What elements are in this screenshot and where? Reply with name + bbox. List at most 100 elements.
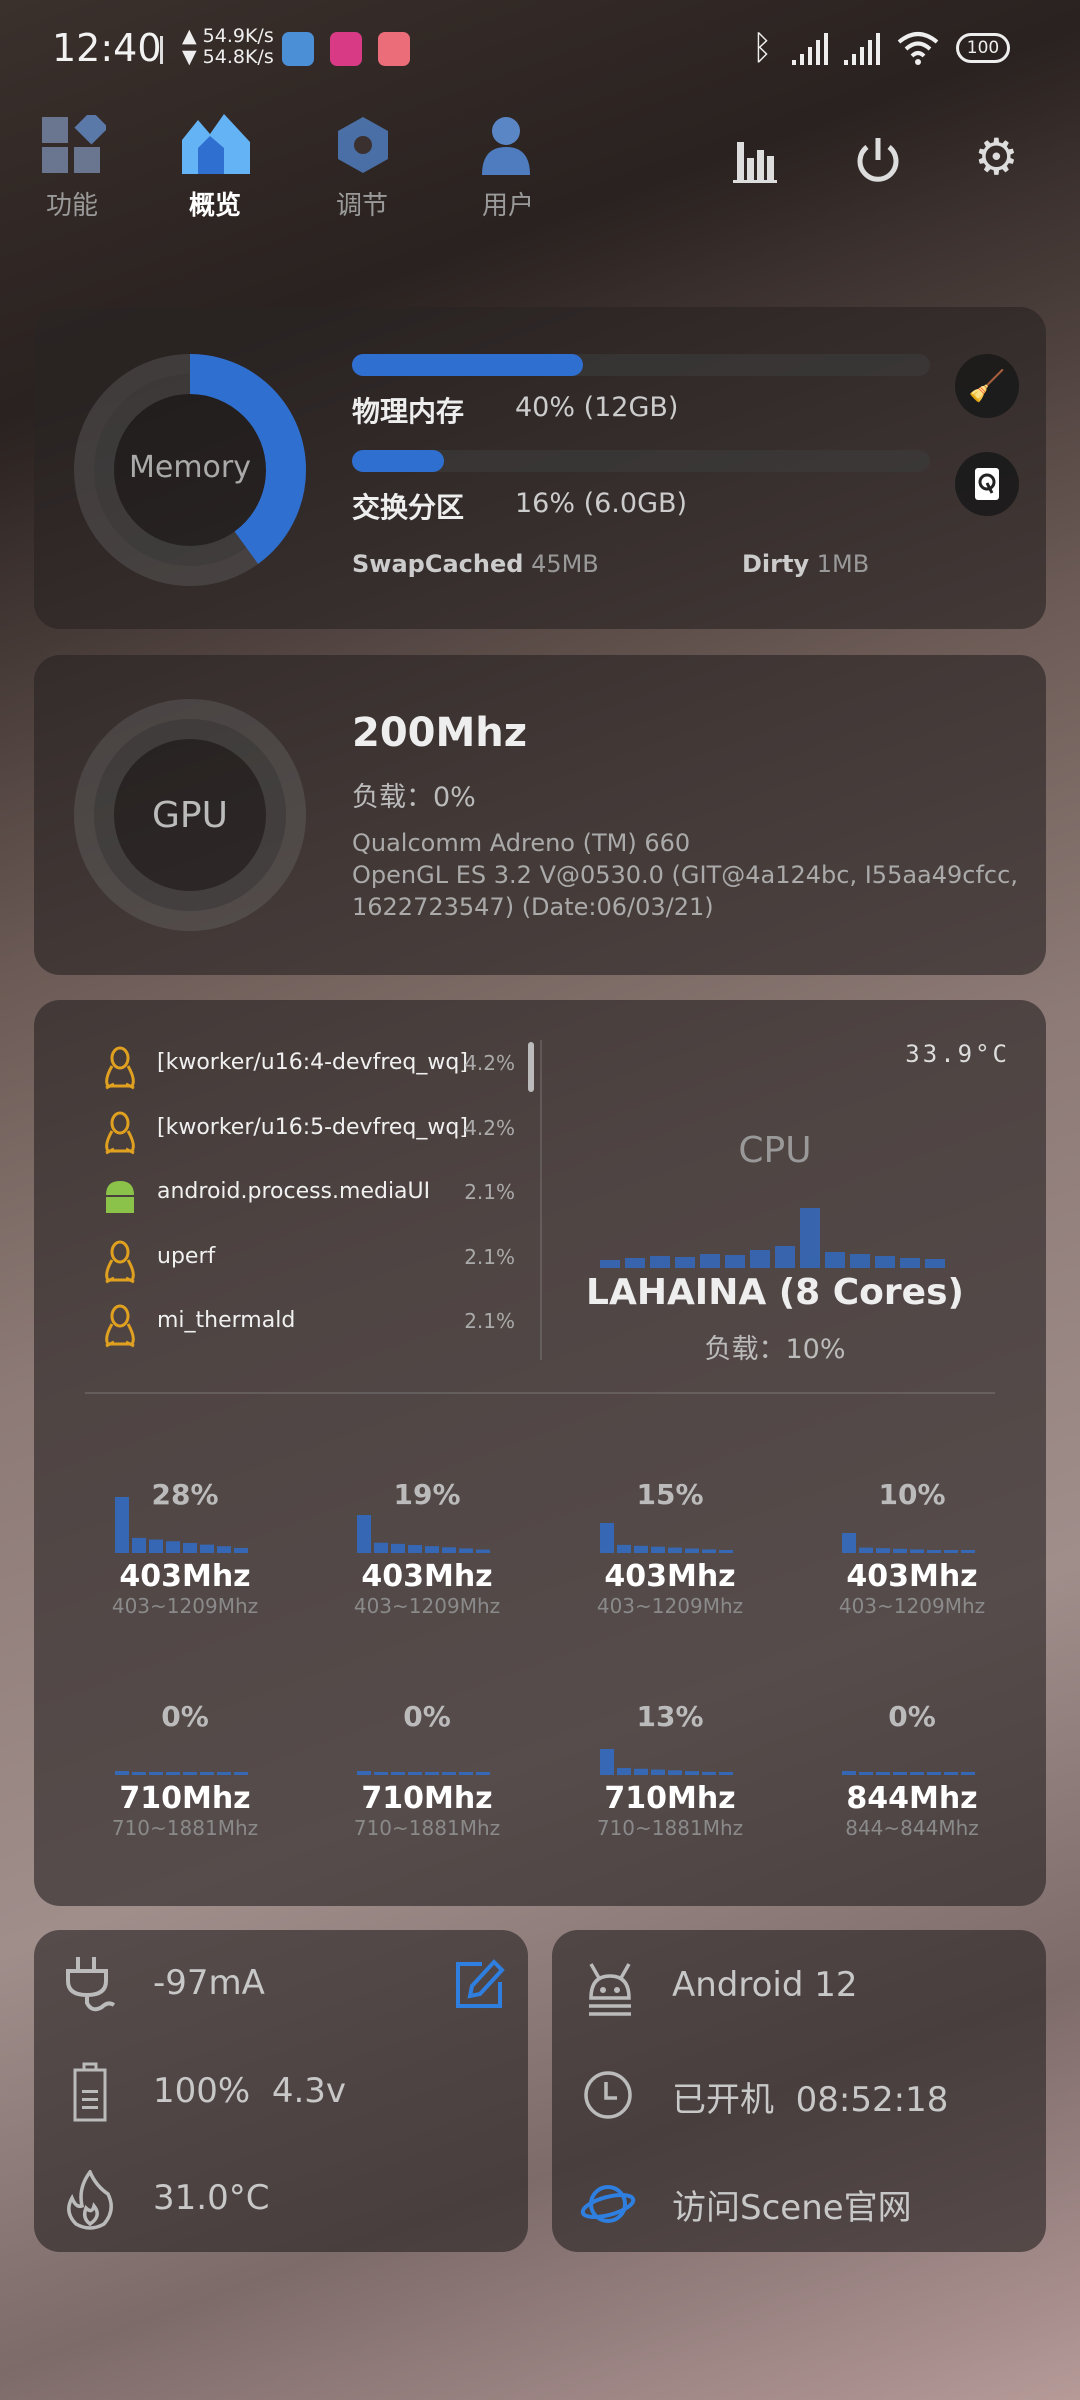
physical-memory-bar xyxy=(352,354,930,376)
clean-memory-button[interactable]: 🧹 xyxy=(955,354,1019,418)
core-history-bar xyxy=(357,1515,371,1553)
core-history-bar xyxy=(634,1768,648,1775)
core-history-bar xyxy=(357,1771,371,1775)
cpu-history-bar xyxy=(700,1254,720,1268)
core-history-bar xyxy=(651,1769,665,1775)
gpu-ring-label: GPU xyxy=(152,795,228,836)
cpu-history-chart xyxy=(600,1208,945,1268)
core-history-bar xyxy=(442,1547,456,1553)
tab-overview[interactable] xyxy=(180,112,252,182)
core-load: 13% xyxy=(636,1700,704,1733)
edit-icon[interactable] xyxy=(452,1958,506,2012)
linux-icon xyxy=(105,1111,135,1154)
core-history-bar xyxy=(668,1547,682,1553)
divider xyxy=(85,1392,995,1394)
cpu-history-bar xyxy=(625,1258,645,1268)
core-history-bar xyxy=(166,1772,180,1775)
process-name: mi_thermald xyxy=(157,1308,296,1333)
physical-memory-label: 物理内存 xyxy=(352,395,465,428)
process-name: [kworker/u16:5-devfreq_wq] xyxy=(157,1114,468,1140)
battery-icon: 100 xyxy=(956,33,1010,63)
core-history-bar xyxy=(442,1772,456,1775)
core-history-bar xyxy=(132,1772,146,1775)
core-load: 28% xyxy=(151,1478,219,1511)
app-notification-icon xyxy=(378,32,410,66)
grid-icon xyxy=(42,110,109,173)
core-history-bar xyxy=(234,1772,248,1775)
core-freq: 403Mhz xyxy=(361,1559,493,1594)
app-notification-icon xyxy=(282,32,314,66)
cpu-history-bar xyxy=(825,1252,845,1268)
cpu-load: 负载：10% xyxy=(704,1334,846,1365)
tab-label[interactable]: 功能 xyxy=(12,185,132,222)
battery-current: -97mA xyxy=(153,1963,265,2003)
tab-user[interactable] xyxy=(478,115,540,179)
swap-settings-button[interactable] xyxy=(955,452,1019,516)
memory-ring-label: Memory xyxy=(128,450,251,485)
tab-label[interactable]: 概览 xyxy=(155,185,275,222)
swap-bar xyxy=(352,450,930,472)
core-history-bar xyxy=(600,1749,614,1775)
core-freq-range: 403~1209Mhz xyxy=(111,1594,259,1618)
core-freq: 403Mhz xyxy=(119,1559,251,1594)
core-load: 15% xyxy=(636,1478,704,1511)
core-history-bar xyxy=(893,1772,907,1775)
process-list-scrollbar[interactable] xyxy=(528,1042,534,1092)
core-freq: 710Mhz xyxy=(604,1781,736,1816)
cpu-history-bar xyxy=(900,1258,920,1268)
core-freq-range: 403~1209Mhz xyxy=(838,1594,986,1618)
physical-memory-value: 40% (12GB) xyxy=(515,392,679,423)
gpu-freq: 200Mhz xyxy=(352,710,528,756)
core-history-bar xyxy=(234,1547,248,1553)
core-history-bar xyxy=(685,1771,699,1775)
cpu-history-bar xyxy=(650,1256,670,1268)
core-freq: 844Mhz xyxy=(846,1781,978,1816)
gpu-version: OpenGL ES 3.2 V@0530.0 (GIT@4a124bc, I55… xyxy=(352,861,1018,889)
cpu-core: 13% 710Mhz 710~1881Mhz xyxy=(550,1700,790,1840)
uptime-value: 08:52:18 xyxy=(795,2080,949,2120)
chart-icon[interactable] xyxy=(733,138,779,184)
core-history-bar xyxy=(459,1548,473,1553)
tab-label[interactable]: 用户 xyxy=(448,185,568,222)
core-history-bar xyxy=(183,1542,197,1553)
core-freq: 710Mhz xyxy=(119,1781,251,1816)
core-history-bar xyxy=(374,1542,388,1553)
swapcached-value: 45MB xyxy=(531,550,599,578)
core-history-bar xyxy=(685,1548,699,1553)
core-history-bar xyxy=(944,1550,958,1553)
swap-value: 16% (6.0GB) xyxy=(515,488,688,519)
bluetooth-icon: ᛒ xyxy=(752,28,773,68)
core-freq-range: 403~1209Mhz xyxy=(353,1594,501,1618)
core-freq-range: 403~1209Mhz xyxy=(596,1594,744,1618)
planet-icon[interactable] xyxy=(580,2176,636,2232)
core-freq-range: 710~1881Mhz xyxy=(111,1816,259,1840)
core-history-bar xyxy=(459,1772,473,1775)
tab-label[interactable]: 调节 xyxy=(302,185,422,222)
divider xyxy=(540,1040,542,1360)
cpu-name: LAHAINA (8 Cores) xyxy=(586,1272,964,1313)
core-history-bar xyxy=(876,1548,890,1553)
core-history-bar xyxy=(944,1772,958,1775)
tab-functions[interactable] xyxy=(40,110,109,175)
website-link[interactable]: 访问Scene官网 xyxy=(672,2180,912,2229)
core-history-bar xyxy=(425,1546,439,1553)
cpu-core: 0% 844Mhz 844~844Mhz xyxy=(792,1700,1032,1840)
core-load: 0% xyxy=(888,1700,936,1733)
power-icon[interactable] xyxy=(855,135,901,185)
process-cpu: 4.2% xyxy=(464,1115,515,1140)
tab-tune[interactable] xyxy=(332,115,394,179)
process-cpu: 2.1% xyxy=(464,1180,515,1204)
battery-temp: 31.0°C xyxy=(153,2178,270,2218)
core-history-bar xyxy=(859,1772,873,1775)
divider xyxy=(160,36,163,64)
cpu-history-bar xyxy=(875,1256,895,1268)
gear-icon[interactable]: ⚙ xyxy=(974,128,1019,186)
user-icon xyxy=(482,117,530,175)
cpu-history-bar xyxy=(600,1260,620,1268)
core-history-bar xyxy=(617,1767,631,1775)
core-freq-range: 844~844Mhz xyxy=(845,1816,979,1840)
cpu-history-bar xyxy=(800,1208,820,1268)
broom-icon: 🧹 xyxy=(968,368,1006,404)
cpu-core: 19% 403Mhz 403~1209Mhz xyxy=(307,1478,547,1618)
battery-status: 100% 4.3v xyxy=(153,2071,346,2111)
